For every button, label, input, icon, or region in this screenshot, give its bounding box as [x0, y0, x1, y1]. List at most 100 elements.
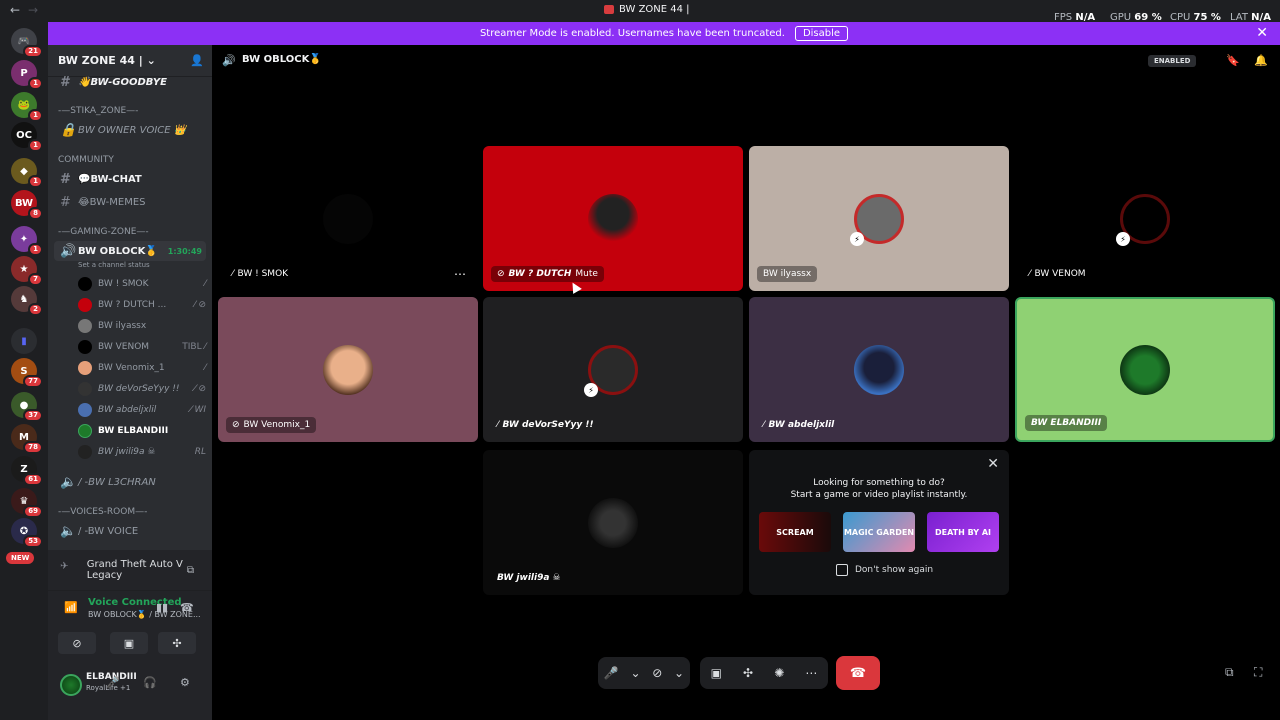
disconnect-icon[interactable]: ☎	[180, 601, 194, 614]
activity-death-by-ai[interactable]: DEATH BY AI	[927, 512, 999, 552]
server-icon-11[interactable]: ● 37	[11, 392, 43, 422]
voice-user[interactable]: BW VENOM TIBL ⁄	[78, 337, 206, 357]
participant-name-tag: ⊘ BW Venomix_1	[226, 417, 317, 433]
add-member-icon[interactable]: 👤	[190, 54, 204, 67]
category-community[interactable]: COMMUNITY	[58, 155, 114, 165]
voice-user-name: BW Venomix_1	[98, 363, 165, 373]
more-options-icon[interactable]: ⋯	[454, 267, 466, 281]
activity-game-bar[interactable]: ✈ Grand Theft Auto V Legacy ⧉	[48, 550, 212, 590]
screen-share-icon[interactable]: ▣	[711, 666, 722, 680]
server-icon-9[interactable]: ♞ 2	[11, 286, 43, 316]
close-icon[interactable]: ✕	[987, 456, 999, 472]
direct-messages-icon[interactable]: 🎮 21	[11, 28, 43, 58]
category-stika[interactable]: -—STIKA_ZONE—-	[58, 106, 138, 116]
channel-l3chran[interactable]: 🔈 / -BW L3CHRAN	[54, 472, 206, 492]
noise-suppression-icon[interactable]: ▮▮	[156, 601, 168, 614]
camera-off-button[interactable]: ⊘	[58, 632, 96, 654]
share-screen-icon[interactable]: ⧉	[187, 565, 194, 576]
participant-tile[interactable]: ⊘ BW Venomix_1	[218, 297, 478, 442]
category-voices[interactable]: -—VOICES-ROOM—-	[58, 507, 147, 517]
server-logo-icon	[604, 5, 614, 14]
server-icon-15[interactable]: ✪ 53	[11, 518, 43, 548]
participant-tile[interactable]: ⚡ ⁄ BW VENOM	[1015, 146, 1275, 291]
activity-scream[interactable]: SCREAM	[759, 512, 831, 552]
user-avatar[interactable]	[60, 674, 82, 696]
voice-user[interactable]: BW Venomix_1 ⁄	[78, 358, 206, 378]
participant-name: BW ilyassx	[763, 269, 812, 279]
dont-show-again-checkbox[interactable]	[836, 564, 848, 576]
voice-user[interactable]: BW deVorSeYyy !! ⁄ ⊘	[78, 379, 206, 399]
close-banner-icon[interactable]: ✕	[1256, 25, 1268, 41]
server-badge: 53	[23, 535, 43, 548]
forward-arrow-icon[interactable]: →	[28, 3, 38, 17]
new-servers-pill[interactable]: NEW	[6, 552, 35, 564]
voice-user[interactable]: BW jwili9a ☠ RL	[78, 442, 206, 462]
disable-streamer-mode-button[interactable]: Disable	[794, 26, 849, 41]
participant-tile[interactable]: ⚡ BW ilyassx	[749, 146, 1009, 291]
participant-name-tag: BW ELBANDIII	[1025, 415, 1108, 431]
pop-out-icon[interactable]: ⧉	[1225, 665, 1234, 680]
server-icon-wings[interactable]: ✦ 1	[11, 226, 43, 256]
server-icon-12[interactable]: M 78	[11, 424, 43, 454]
channel-status-prompt[interactable]: Set a channel status	[78, 261, 150, 269]
server-icon-14[interactable]: ♛ 69	[11, 488, 43, 518]
folder-icon[interactable]: ▮	[11, 328, 37, 354]
channel-oblock[interactable]: 🔊 BW OBLOCK🥇 1:30:49	[54, 241, 206, 261]
participant-tile-speaking[interactable]: BW ELBANDIII	[1015, 297, 1275, 442]
channel-label: 💬BW-CHAT	[78, 173, 142, 185]
microphone-icon[interactable]: 🎤	[106, 676, 120, 689]
server-icon-8[interactable]: ★ 7	[11, 256, 43, 286]
back-arrow-icon[interactable]: ←	[10, 3, 20, 17]
voice-user[interactable]: BW ! SMOK ⁄	[78, 274, 206, 294]
activities-icon[interactable]: ✣	[743, 666, 753, 680]
disconnect-call-button[interactable]: ☎	[836, 656, 880, 690]
avatar	[1120, 344, 1170, 395]
headphones-icon[interactable]: 🎧	[143, 676, 157, 689]
activities-button[interactable]: ✣	[158, 632, 196, 654]
server-icon-frog[interactable]: 🐸 1	[11, 92, 43, 122]
participant-tile[interactable]: ⁄ BW ! SMOK ⋯	[218, 146, 478, 291]
server-icon-oc[interactable]: OC 1	[11, 122, 43, 152]
server-icon-p[interactable]: P1	[11, 60, 43, 90]
settings-gear-icon[interactable]: ⚙	[180, 676, 190, 689]
inbox-icon[interactable]: 🔔	[1254, 54, 1268, 67]
participant-tile[interactable]: ⊘ BW ? DUTCH Mute	[483, 146, 743, 291]
channel-memes[interactable]: # 😂BW-MEMES	[54, 192, 206, 212]
server-icon-5[interactable]: ◆ 1	[11, 158, 43, 188]
bookmark-icon[interactable]: 🔖	[1226, 54, 1240, 67]
chevron-down-icon[interactable]: ⌄	[631, 666, 641, 680]
participant-name-tag: ⁄ BW deVorSeYyy !!	[491, 417, 600, 433]
channel-voice[interactable]: 🔈 / -BW VOICE	[54, 521, 206, 541]
voice-user[interactable]: BW ? DUTCH ... ⁄ ⊘	[78, 295, 206, 315]
participant-tile[interactable]: BW jwili9a ☠	[483, 450, 743, 595]
boost-icon: ⚡	[1116, 232, 1130, 246]
channel-chat[interactable]: # 💬BW-CHAT	[54, 169, 206, 189]
microphone-icon[interactable]: 🎤	[604, 666, 619, 680]
voice-channel-icon: 🔊	[60, 243, 77, 259]
chevron-down-icon[interactable]: ⌄	[674, 666, 684, 680]
voice-user-self[interactable]: BW ELBANDIII	[78, 421, 206, 441]
channel-owner-voice[interactable]: 🔒 BW OWNER VOICE 👑	[54, 120, 206, 140]
camera-off-icon[interactable]: ⊘	[652, 666, 662, 680]
participant-tile[interactable]: ⚡ ⁄ BW deVorSeYyy !!	[483, 297, 743, 442]
voice-user[interactable]: BW ilyassx	[78, 316, 206, 336]
enabled-badge[interactable]: ENABLED	[1148, 55, 1197, 67]
channel-goodbye[interactable]: # 👋BW-GOODBYE	[54, 72, 206, 92]
soundboard-icon[interactable]: ✺	[774, 666, 784, 680]
text-channel-icon: #	[60, 194, 71, 210]
activity-magic-garden[interactable]: MAGIC GARDEN	[843, 512, 915, 552]
category-gaming[interactable]: -—GAMING-ZONE—-	[58, 227, 149, 237]
voice-panel: 📶 Voice Connected BW OBLOCK🥇 / BW ZONE..…	[48, 590, 212, 662]
signal-icon[interactable]: 📶	[64, 601, 78, 614]
muted-icon: ⁄	[1029, 269, 1031, 279]
more-options-icon[interactable]: ⋯	[805, 666, 817, 680]
server-icon-bw[interactable]: BW 8	[11, 190, 43, 220]
server-icon-13[interactable]: Z 61	[11, 456, 43, 486]
participant-tile[interactable]: ⁄ BW abdeljxlil	[749, 297, 1009, 442]
fullscreen-icon[interactable]: ⛶	[1254, 665, 1262, 680]
avatar	[78, 424, 92, 438]
screen-share-button[interactable]: ▣	[110, 632, 148, 654]
server-icon-10[interactable]: S 77	[11, 358, 43, 388]
user-tag: ⁄ WI	[190, 405, 206, 415]
voice-user[interactable]: BW abdeljxlil ⁄ WI	[78, 400, 206, 420]
